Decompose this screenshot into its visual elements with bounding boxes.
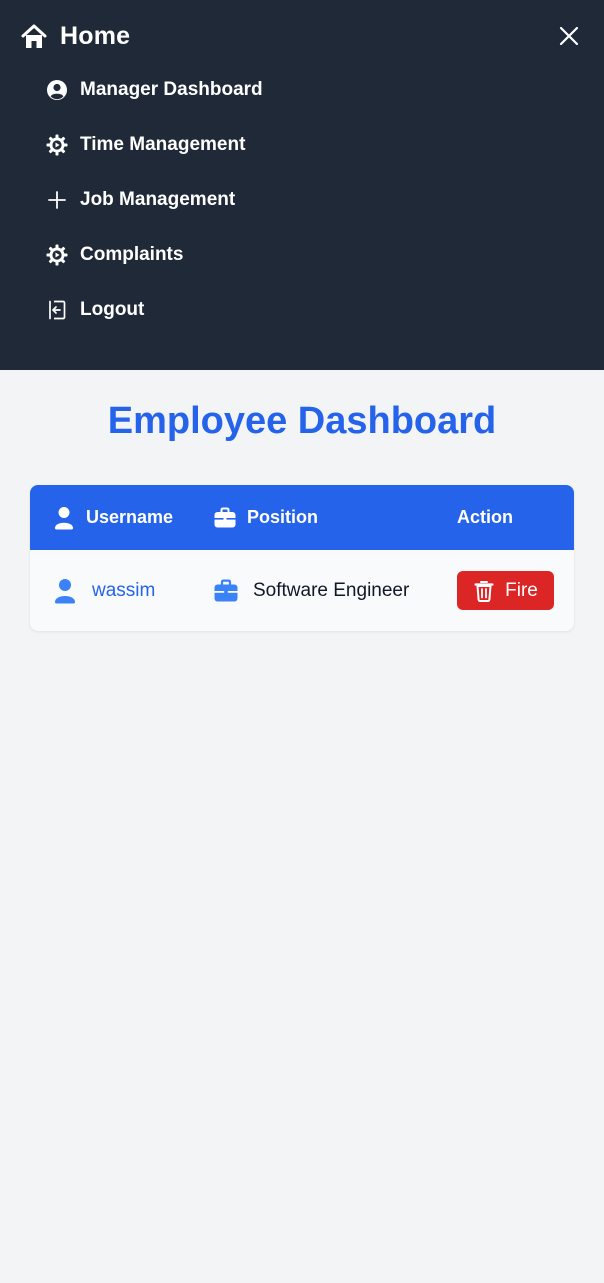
home-label: Home [60, 22, 131, 50]
home-icon [20, 23, 48, 51]
table-row: wassim Software Engineer Fire [30, 550, 574, 631]
nav-item-complaints[interactable]: Complaints [46, 244, 183, 266]
nav-item-time-management[interactable]: Time Management [46, 134, 245, 156]
table-header: Username Position Action [30, 485, 574, 550]
page-title: Employee Dashboard [107, 400, 497, 442]
user-icon [52, 578, 78, 604]
cell-position: Software Engineer [213, 550, 409, 631]
cell-username: wassim [52, 550, 155, 631]
close-menu-button[interactable] [555, 24, 583, 52]
column-header-action: Action [457, 485, 513, 550]
nav-item-manager-dashboard[interactable]: Manager Dashboard [46, 79, 263, 101]
nav-item-job-management[interactable]: Job Management [46, 189, 235, 211]
briefcase-icon [213, 506, 237, 530]
fire-button-label: Fire [505, 579, 538, 601]
column-header-label: Action [457, 507, 513, 527]
plus-icon [46, 189, 68, 211]
column-header-position: Position [213, 485, 318, 550]
trash-icon [473, 580, 495, 602]
home-link[interactable]: Home [20, 22, 130, 51]
user-icon [52, 506, 76, 530]
gear-icon [46, 134, 68, 156]
username-link[interactable]: wassim [92, 580, 155, 602]
top-navigation: Home Manager Dashboard Time Management J… [0, 0, 604, 370]
column-header-username: Username [52, 485, 173, 550]
nav-item-label: Complaints [80, 244, 184, 265]
logout-icon [46, 299, 68, 321]
briefcase-icon [213, 578, 239, 604]
employee-table: Username Position Action wassim Software… [30, 485, 574, 631]
fire-button[interactable]: Fire [457, 571, 554, 610]
nav-item-logout[interactable]: Logout [46, 299, 144, 321]
user-circle-icon [46, 79, 68, 101]
nav-item-label: Time Management [80, 134, 246, 155]
column-header-label: Username [86, 507, 174, 527]
nav-item-label: Logout [80, 299, 145, 320]
nav-item-label: Manager Dashboard [80, 79, 263, 100]
nav-item-label: Job Management [80, 189, 236, 210]
close-icon [558, 25, 580, 52]
gear-icon [46, 244, 68, 266]
position-text: Software Engineer [253, 579, 410, 601]
column-header-label: Position [247, 507, 318, 527]
